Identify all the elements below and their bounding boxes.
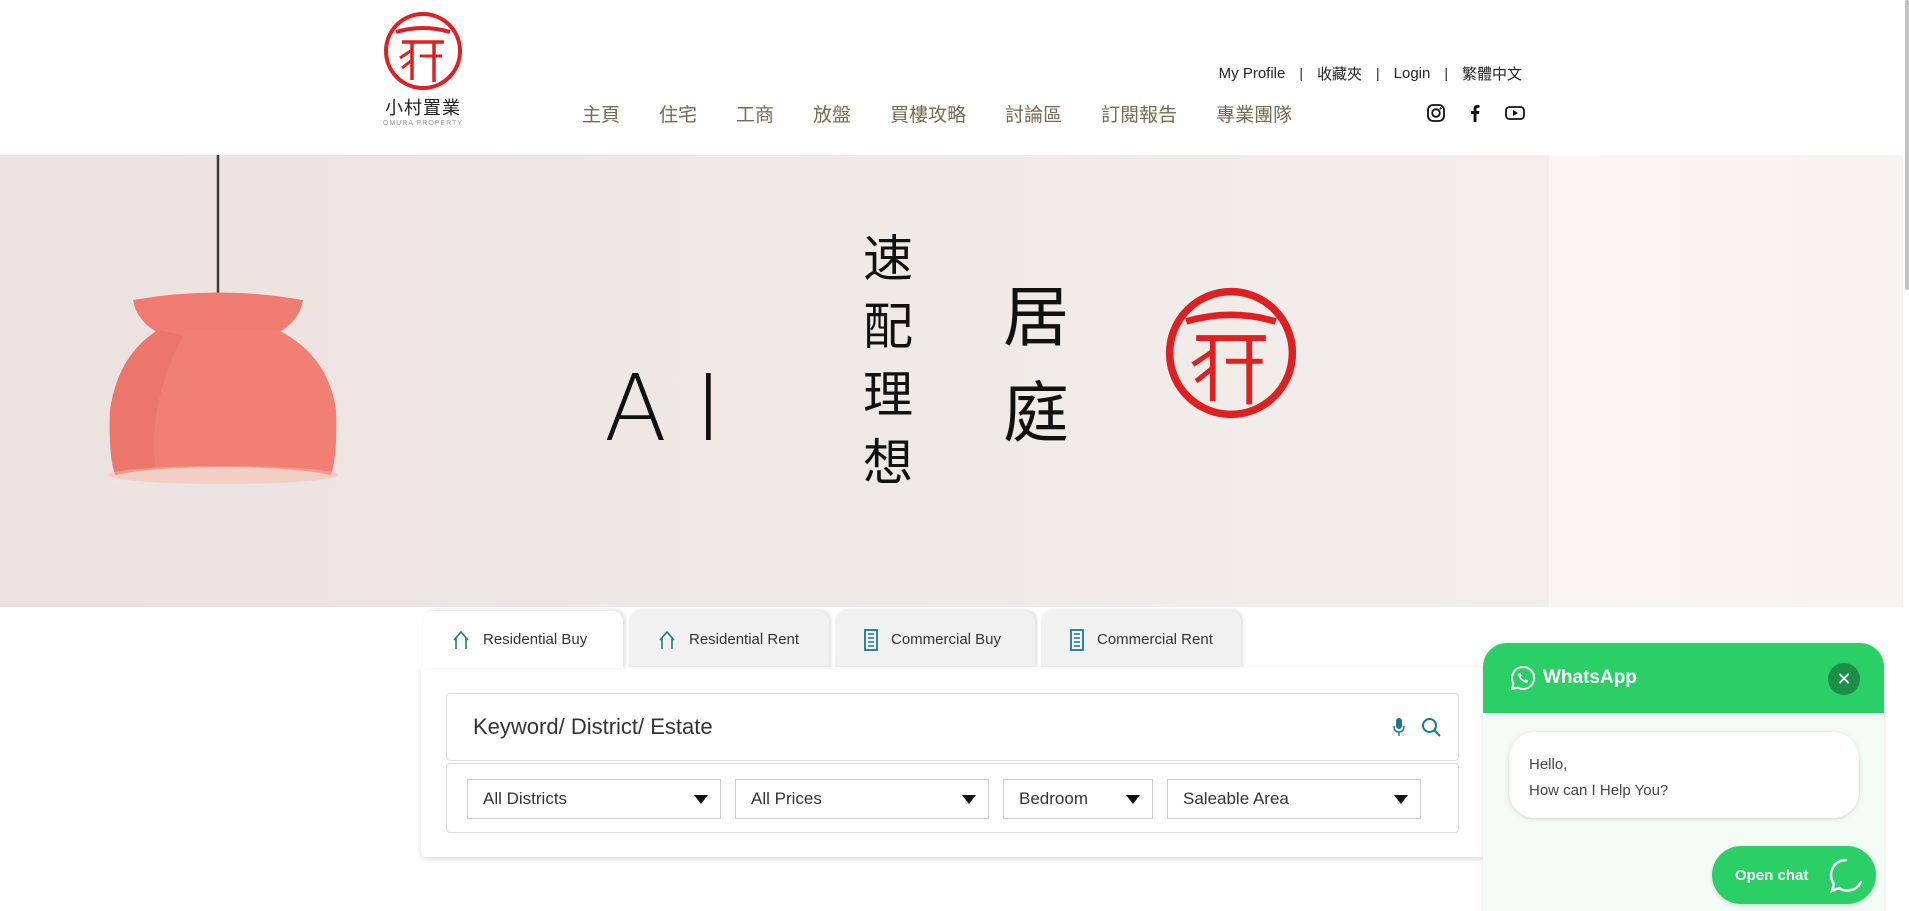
search-input[interactable] (461, 694, 1361, 760)
saleable-area-select-value: Saleable Area (1183, 789, 1289, 808)
bedroom-select-value: Bedroom (1019, 789, 1088, 808)
hero-slogan-column-2: 居 庭 (1000, 270, 1072, 462)
hero-ai-text: AI (604, 355, 751, 462)
tab-commercial-buy[interactable]: Commercial Buy (835, 611, 1035, 668)
chevron-down-icon (1126, 795, 1140, 804)
youtube-icon[interactable] (1504, 103, 1526, 128)
brand-name-cn: 小村置業 (385, 98, 461, 119)
whatsapp-title: WhatsApp (1543, 667, 1637, 688)
brand-name-en: OMURA PROPERTY (383, 120, 463, 127)
nav-item-list-property[interactable]: 放盤 (813, 100, 851, 127)
building-icon (863, 628, 879, 651)
open-chat-button[interactable]: Open chat (1712, 846, 1876, 904)
tab-label: Residential Buy (483, 631, 588, 648)
pendant-lamp-image (108, 155, 338, 493)
house-icon (451, 630, 471, 650)
login-link[interactable]: Login (1394, 65, 1431, 82)
search-tabs: Residential Buy Residential Rent Commerc… (423, 611, 1247, 668)
district-select[interactable]: All Districts (467, 779, 721, 819)
filter-row: All Districts All Prices Bedroom Saleabl… (446, 763, 1459, 833)
tab-label: Commercial Buy (891, 631, 1002, 648)
search-box (446, 693, 1459, 761)
hero-char: 想 (863, 434, 913, 492)
whatsapp-logo: WhatsApp (1509, 664, 1637, 692)
my-profile-link[interactable]: My Profile (1219, 65, 1286, 82)
page-scrollbar[interactable] (1903, 0, 1909, 911)
hero-char: 理 (863, 366, 913, 424)
nav-item-buying-guide[interactable]: 買樓攻略 (890, 100, 966, 127)
language-switch-link[interactable]: 繁體中文 (1462, 63, 1522, 84)
bedroom-select[interactable]: Bedroom (1003, 779, 1153, 819)
hero-char: 居 (1003, 279, 1069, 356)
instagram-icon[interactable] (1426, 103, 1446, 128)
hero-seal-icon (1165, 287, 1297, 419)
building-icon (1069, 628, 1085, 651)
chevron-down-icon (962, 795, 976, 804)
brand-logo[interactable]: 小村置業 OMURA PROPERTY (378, 10, 468, 135)
nav-item-home[interactable]: 主頁 (582, 100, 620, 127)
nav-separator: | (1299, 65, 1303, 81)
chevron-down-icon (1394, 795, 1408, 804)
price-select[interactable]: All Prices (735, 779, 989, 819)
main-nav: 主頁 住宅 工商 放盤 買樓攻略 討論區 訂閱報告 專業團隊 (582, 100, 1331, 127)
house-icon (657, 630, 677, 650)
microphone-icon[interactable] (1391, 716, 1407, 743)
chevron-down-icon (694, 795, 708, 804)
tab-label: Commercial Rent (1097, 631, 1213, 648)
greeting-line-2: How can I Help You? (1529, 782, 1669, 799)
facebook-icon[interactable] (1465, 103, 1485, 128)
hero-slogan-column-1: 速 配 理 想 (860, 225, 916, 497)
hero-banner: AI 速 配 理 想 居 庭 (0, 155, 1909, 607)
tab-label: Residential Rent (689, 631, 800, 648)
whatsapp-widget: WhatsApp ✕ Hello, How can I Help You? Op… (1483, 643, 1884, 911)
close-icon: ✕ (1836, 668, 1852, 689)
top-utility-nav: My Profile | 收藏夾 | Login | 繁體中文 (1219, 62, 1522, 84)
whatsapp-icon (1510, 665, 1535, 691)
hero-wall-panel (1549, 155, 1909, 607)
close-button[interactable]: ✕ (1828, 663, 1860, 695)
district-select-value: All Districts (483, 789, 568, 808)
chat-bubble-icon (1829, 858, 1863, 894)
tab-residential-rent[interactable]: Residential Rent (629, 611, 829, 668)
search-icon[interactable] (1420, 716, 1442, 743)
nav-item-forum[interactable]: 討論區 (1005, 100, 1062, 127)
saleable-area-select[interactable]: Saleable Area (1167, 779, 1421, 819)
nav-item-team[interactable]: 專業團隊 (1216, 100, 1292, 127)
nav-separator: | (1376, 65, 1380, 81)
social-links (1426, 103, 1526, 128)
property-search-panel: All Districts All Prices Bedroom Saleabl… (421, 667, 1484, 857)
site-header: 小村置業 OMURA PROPERTY My Profile | 收藏夾 | L… (0, 0, 1909, 155)
favorites-link[interactable]: 收藏夾 (1317, 63, 1362, 84)
hero-char: 速 (863, 230, 913, 288)
scrollbar-thumb[interactable] (1905, 0, 1909, 290)
greeting-line-1: Hello, (1529, 756, 1568, 773)
nav-separator: | (1444, 65, 1448, 81)
whatsapp-header: WhatsApp ✕ (1483, 643, 1884, 713)
hero-char: 庭 (1003, 375, 1069, 452)
nav-item-subscribe-report[interactable]: 訂閱報告 (1101, 100, 1177, 127)
tab-commercial-rent[interactable]: Commercial Rent (1041, 611, 1241, 668)
price-select-value: All Prices (751, 789, 822, 808)
hero-char: 配 (863, 298, 913, 356)
seal-logo-icon (384, 12, 462, 90)
whatsapp-greeting-bubble: Hello, How can I Help You? (1509, 732, 1859, 818)
nav-item-commercial[interactable]: 工商 (736, 100, 774, 127)
nav-item-residential[interactable]: 住宅 (659, 100, 697, 127)
open-chat-label: Open chat (1735, 866, 1809, 884)
tab-residential-buy[interactable]: Residential Buy (423, 611, 623, 668)
